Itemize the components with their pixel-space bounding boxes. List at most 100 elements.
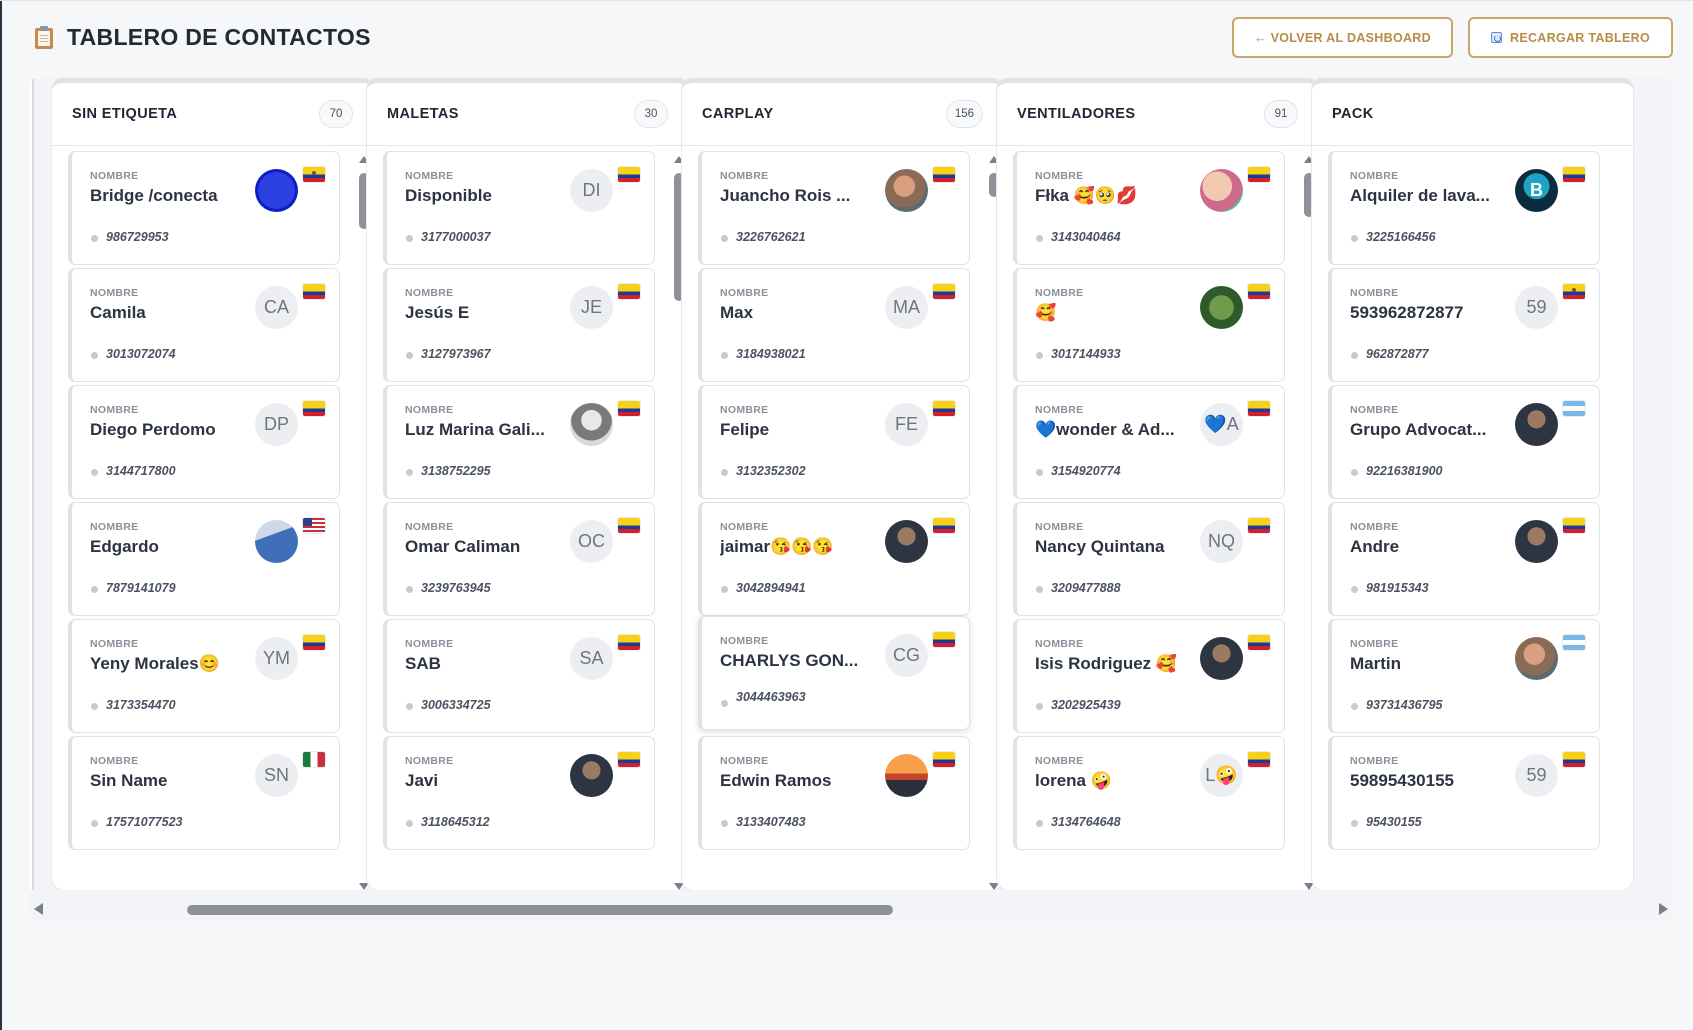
column-card-list[interactable]: NOMBRE Fłka 🥰🥺💋 3143040464 NOMBRE 🥰 301714493… (997, 151, 1318, 890)
contact-phone: 7879141079 (106, 581, 176, 595)
column-title: SIN ETIQUETA (72, 106, 178, 122)
reload-board-button[interactable]: RECARGAR TABLERO (1468, 17, 1673, 58)
column-header: MALETAS 30 (367, 83, 688, 146)
contact-phone: 3042894941 (736, 581, 806, 595)
phone-bullet-icon (721, 700, 728, 707)
contact-card[interactable]: NOMBRE lorena 🤪 3134764648 L🤪 (1013, 736, 1285, 850)
phone-bullet-icon (721, 586, 728, 593)
contact-phone: 3225166456 (1366, 230, 1436, 244)
contact-card[interactable]: NOMBRE Diego Perdomo 3144717800 DP (68, 385, 340, 499)
contact-name: Juancho Rois ... (720, 186, 851, 205)
scroll-right-arrow-icon[interactable] (1659, 903, 1668, 915)
contact-avatar: CG (885, 634, 928, 677)
contact-avatar: L🤪 (1200, 754, 1243, 797)
country-flag-icon (1563, 167, 1585, 182)
contact-name: 593962872877 (1350, 303, 1464, 322)
contact-card[interactable]: NOMBRE Sin Name 17571077523 SN (68, 736, 340, 850)
contact-card[interactable]: NOMBRE Isis Rodriguez 🥰 3202925439 (1013, 619, 1285, 733)
card-field-label: NOMBRE (1035, 521, 1084, 533)
back-to-dashboard-button[interactable]: ← VOLVER AL DASHBOARD (1232, 17, 1453, 58)
card-field-label: NOMBRE (1350, 287, 1399, 299)
column-card-list[interactable]: NOMBRE Bridge /conecta 986729953 NOMBRE Cami… (52, 151, 373, 890)
contact-card[interactable]: NOMBRE Felipe 3132352302 FE (698, 385, 970, 499)
country-flag-icon (1248, 752, 1270, 767)
contact-name: Omar Caliman (405, 537, 521, 556)
phone-bullet-icon (1036, 586, 1043, 593)
header-actions: ← VOLVER AL DASHBOARD RECARGAR TABLERO (1232, 17, 1673, 58)
card-field-label: NOMBRE (720, 635, 769, 647)
horizontal-scroll-thumb[interactable] (187, 905, 893, 915)
contact-card[interactable]: NOMBRE 593962872877 962872877 59 (1328, 268, 1600, 382)
column-count-badge: 156 (945, 100, 983, 128)
contact-card[interactable]: NOMBRE Max 3184938021 MA (698, 268, 970, 382)
card-field-label: NOMBRE (405, 287, 454, 299)
contact-card[interactable]: NOMBRE Fłka 🥰🥺💋 3143040464 (1013, 151, 1285, 265)
contact-card[interactable]: NOMBRE Alquiler de lava... 3225166456 B (1328, 151, 1600, 265)
contact-card[interactable]: NOMBRE Martin 93731436795 (1328, 619, 1600, 733)
contact-phone: 95430155 (1366, 815, 1422, 829)
contact-phone: 981915343 (1366, 581, 1429, 595)
contact-card[interactable]: NOMBRE Yeny Morales😊 3173354470 YM (68, 619, 340, 733)
contact-name: Luz Marina Gali... (405, 420, 545, 439)
contact-card[interactable]: NOMBRE 💙wonder & Ad... 3154920774 💙A (1013, 385, 1285, 499)
contact-card[interactable]: NOMBRE Edgardo 7879141079 (68, 502, 340, 616)
top-divider (0, 0, 1693, 1)
country-flag-icon (618, 635, 640, 650)
phone-bullet-icon (1351, 352, 1358, 359)
contact-name: 🥰 (1035, 303, 1057, 322)
phone-bullet-icon (1351, 235, 1358, 242)
contact-card[interactable]: NOMBRE CHARLYS GON... 3044463963 CG (698, 616, 970, 730)
horizontal-scrollbar[interactable] (30, 898, 1672, 920)
country-flag-icon (303, 518, 325, 533)
column-card-list[interactable]: NOMBRE Alquiler de lava... 3225166456 B NOMB… (1312, 151, 1633, 890)
contact-avatar (255, 520, 298, 563)
contact-phone: 3144717800 (106, 464, 176, 478)
contact-card[interactable]: NOMBRE 🥰 3017144933 (1013, 268, 1285, 382)
phone-bullet-icon (1351, 469, 1358, 476)
column-count-badge: 30 (634, 100, 668, 128)
scroll-left-arrow-icon[interactable] (34, 903, 43, 915)
phone-bullet-icon (721, 235, 728, 242)
phone-bullet-icon (406, 235, 413, 242)
contact-card[interactable]: NOMBRE Grupo Advocat... 92216381900 (1328, 385, 1600, 499)
contact-card[interactable]: NOMBRE Javi 3118645312 (383, 736, 655, 850)
contact-card[interactable]: NOMBRE SAB 3006334725 SA (383, 619, 655, 733)
contact-phone: 3226762621 (736, 230, 806, 244)
contact-avatar (570, 403, 613, 446)
column-title: VENTILADORES (1017, 106, 1136, 122)
column-card-list[interactable]: NOMBRE Juancho Rois ... 3226762621 NOMBRE Ma… (682, 151, 1003, 890)
contact-card[interactable]: NOMBRE Disponible 3177000037 DI (383, 151, 655, 265)
contact-card[interactable]: NOMBRE Camila 3013072074 CA (68, 268, 340, 382)
contact-phone: 3209477888 (1051, 581, 1121, 595)
country-flag-icon (618, 401, 640, 416)
country-flag-icon (303, 167, 325, 182)
country-flag-icon (1248, 518, 1270, 533)
contact-card[interactable]: NOMBRE Luz Marina Gali... 3138752295 (383, 385, 655, 499)
contact-name: Isis Rodriguez 🥰 (1035, 654, 1178, 673)
phone-bullet-icon (406, 586, 413, 593)
contact-card[interactable]: NOMBRE Nancy Quintana 3209477888 NQ (1013, 502, 1285, 616)
phone-bullet-icon (91, 352, 98, 359)
contact-avatar: DP (255, 403, 298, 446)
contact-name: SAB (405, 654, 441, 673)
contact-card[interactable]: NOMBRE Andre 981915343 (1328, 502, 1600, 616)
card-field-label: NOMBRE (405, 638, 454, 650)
card-field-label: NOMBRE (1350, 170, 1399, 182)
contact-card[interactable]: NOMBRE Juancho Rois ... 3226762621 (698, 151, 970, 265)
contact-card[interactable]: NOMBRE Jesús E 3127973967 JE (383, 268, 655, 382)
phone-bullet-icon (406, 820, 413, 827)
back-button-label: ← VOLVER AL DASHBOARD (1254, 30, 1431, 45)
contact-card[interactable]: NOMBRE Bridge /conecta 986729953 (68, 151, 340, 265)
contact-avatar: JE (570, 286, 613, 329)
contact-card[interactable]: NOMBRE jaimar😘😘😘 3042894941 (698, 502, 970, 616)
column-title: PACK (1332, 106, 1374, 122)
contact-card[interactable]: NOMBRE 59895430155 95430155 59 (1328, 736, 1600, 850)
contact-phone: 3127973967 (421, 347, 491, 361)
column-pack: PACK NOMBRE Alquiler de lava... 3225166456 B… (1312, 78, 1633, 890)
contact-phone: 3134764648 (1051, 815, 1121, 829)
contact-card[interactable]: NOMBRE Edwin Ramos 3133407483 (698, 736, 970, 850)
contact-card[interactable]: NOMBRE Omar Caliman 3239763945 OC (383, 502, 655, 616)
contact-avatar (1200, 637, 1243, 680)
column-card-list[interactable]: NOMBRE Disponible 3177000037 DI NOMBRE Jesús … (367, 151, 688, 890)
contact-avatar: CA (255, 286, 298, 329)
